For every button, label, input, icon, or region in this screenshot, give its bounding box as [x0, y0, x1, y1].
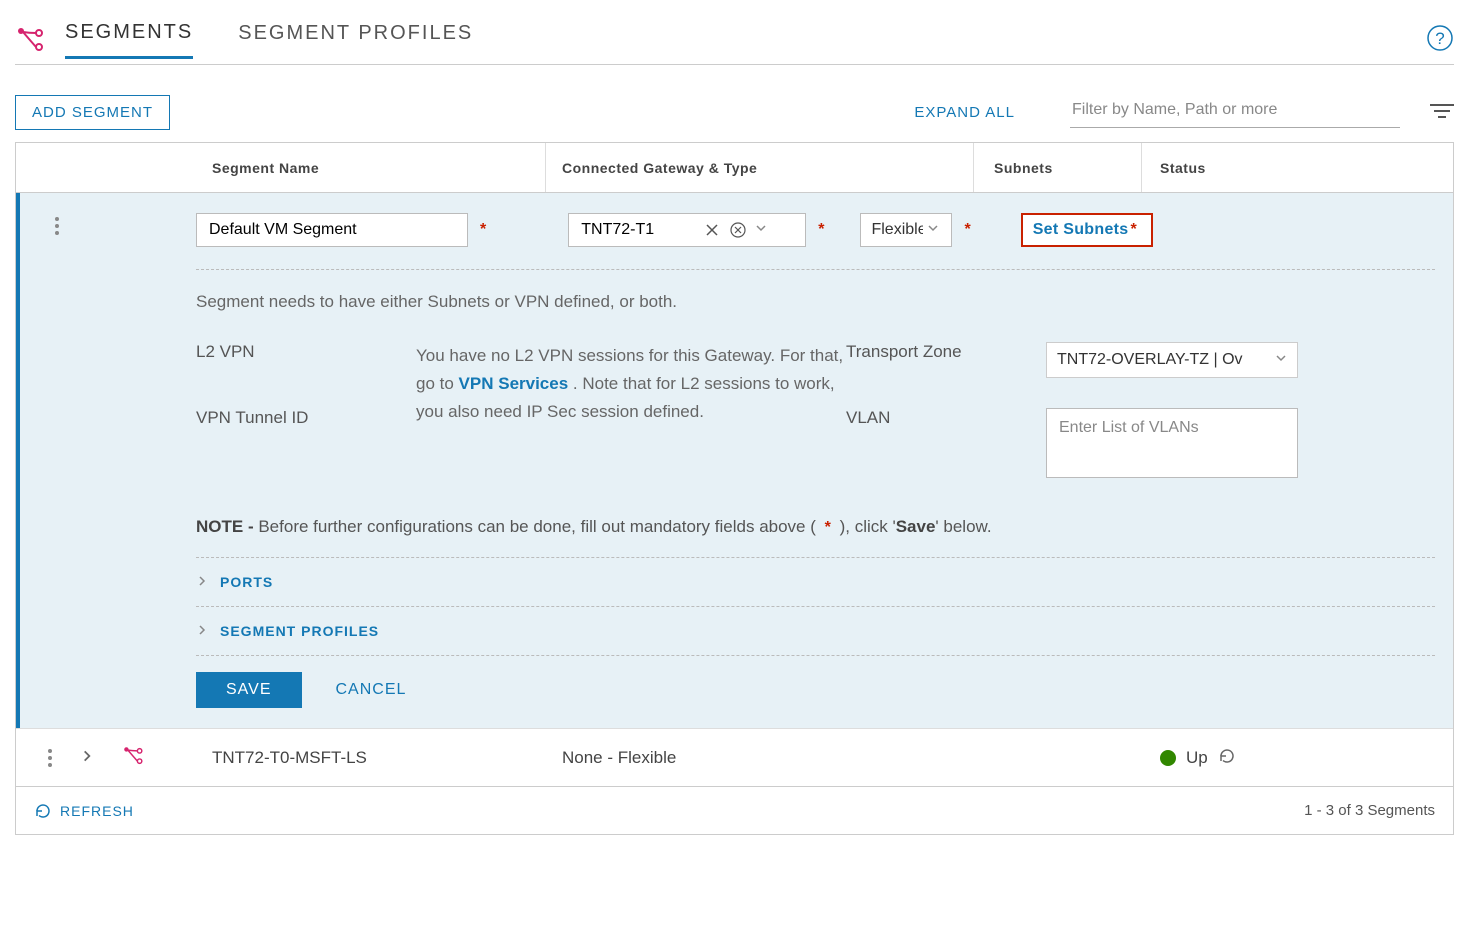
gateway-cell: None - Flexible [546, 748, 974, 768]
status-text: Up [1186, 748, 1208, 768]
help-icon[interactable]: ? [1426, 24, 1454, 55]
segments-logo-icon [15, 25, 45, 55]
cancel-button[interactable]: CANCEL [336, 681, 407, 699]
segment-name-input[interactable] [196, 213, 468, 247]
table-row: TNT72-T0-MSFT-LS None - Flexible Up [16, 728, 1453, 786]
required-marker: * [964, 221, 970, 239]
transport-zone-label: Transport Zone [846, 342, 1046, 362]
status-indicator-icon [1160, 750, 1176, 766]
chevron-right-icon [196, 623, 208, 639]
filter-input[interactable] [1070, 97, 1400, 128]
segment-profiles-section-toggle[interactable]: SEGMENT PROFILES [196, 607, 1435, 656]
tab-segment-profiles[interactable]: SEGMENT PROFILES [238, 22, 473, 57]
chevron-right-icon [196, 574, 208, 590]
gateway-input[interactable] [569, 214, 699, 246]
pager-text: 1 - 3 of 3 Segments [1304, 802, 1435, 819]
vlan-input[interactable] [1046, 408, 1298, 478]
save-button[interactable]: SAVE [196, 672, 302, 708]
expand-all-button[interactable]: EXPAND ALL [914, 104, 1015, 121]
refresh-button[interactable]: REFRESH [34, 802, 134, 820]
ports-section-toggle[interactable]: PORTS [196, 558, 1435, 607]
tab-segments[interactable]: SEGMENTS [65, 21, 193, 59]
required-marker: * [480, 221, 486, 239]
segments-grid: Segment Name Connected Gateway & Type Su… [15, 142, 1454, 787]
grid-header: Segment Name Connected Gateway & Type Su… [16, 143, 1453, 193]
l2vpn-label: L2 VPN [196, 342, 416, 362]
note-text: NOTE - Before further configurations can… [196, 517, 1435, 558]
chevron-down-icon[interactable] [1275, 351, 1287, 369]
chevron-down-icon[interactable] [927, 221, 939, 239]
gateway-combo[interactable] [568, 213, 806, 247]
type-value: Flexible [871, 221, 923, 239]
clear-text-icon[interactable] [703, 221, 721, 239]
segment-type-icon [122, 745, 144, 770]
row-menu-icon[interactable] [48, 749, 52, 767]
col-header-subnets: Subnets [974, 143, 1142, 192]
filter-icon[interactable] [1430, 102, 1454, 123]
toolbar: ADD SEGMENT EXPAND ALL [15, 95, 1454, 130]
col-header-status: Status [1142, 143, 1453, 192]
tz-value: TNT72-OVERLAY-TZ | Ov [1057, 351, 1243, 369]
transport-zone-select[interactable]: TNT72-OVERLAY-TZ | Ov [1046, 342, 1298, 378]
refresh-status-icon[interactable] [1218, 747, 1236, 768]
vlan-label: VLAN [846, 408, 1046, 428]
l2vpn-message: You have no L2 VPN sessions for this Gat… [416, 342, 846, 426]
type-combo[interactable]: Flexible [860, 213, 952, 247]
grid-footer: REFRESH 1 - 3 of 3 Segments [15, 787, 1454, 835]
clear-all-icon[interactable] [729, 221, 747, 239]
vpn-services-link[interactable]: VPN Services [459, 374, 569, 393]
svg-text:?: ? [1435, 29, 1444, 48]
subnets-hint: Segment needs to have either Subnets or … [196, 292, 1435, 312]
row-menu-icon[interactable] [55, 217, 196, 235]
add-segment-button[interactable]: ADD SEGMENT [15, 95, 170, 130]
expand-row-icon[interactable] [80, 749, 94, 766]
col-header-name: Segment Name [196, 143, 546, 192]
segment-edit-row: * * Fle [16, 193, 1453, 728]
chevron-down-icon[interactable] [755, 221, 773, 239]
segment-name-cell: TNT72-T0-MSFT-LS [196, 748, 546, 768]
vpn-tunnel-label: VPN Tunnel ID [196, 408, 416, 428]
col-header-gateway: Connected Gateway & Type [546, 143, 974, 192]
set-subnets-button[interactable]: Set Subnets* [1021, 213, 1153, 247]
top-tabs: SEGMENTS SEGMENT PROFILES ? [15, 15, 1454, 65]
required-marker: * [818, 221, 824, 239]
